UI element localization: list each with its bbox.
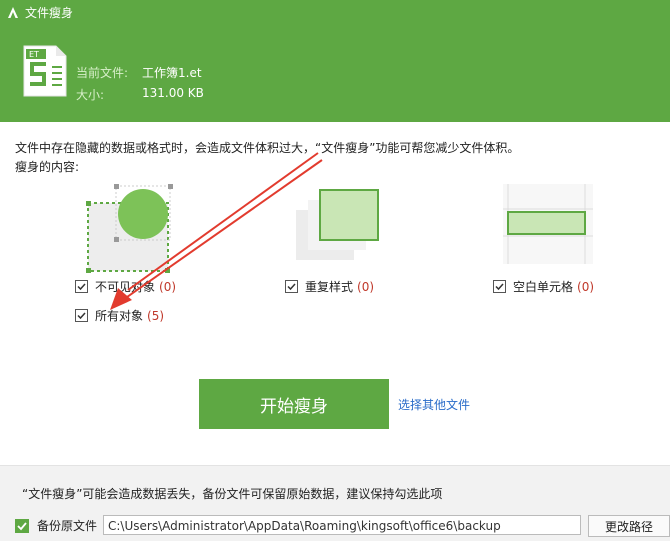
all-objects-count: (5) [147,308,165,323]
file-size-label: 大小: [76,88,105,102]
header-panel: 文件瘦身 ET 当前文件: 工作簿1.et 大小: 131.00 KB [0,0,670,122]
all-objects-checkbox[interactable] [75,309,88,322]
backup-option[interactable]: 备份原文件 [15,517,97,534]
repeated-styles-count: (0) [357,279,375,294]
backup-checkbox[interactable] [15,518,29,533]
file-size-value: 131.00 KB [142,86,204,100]
file-icon-badge: ET [29,50,39,59]
option-all-objects[interactable]: 所有对象 (5) [75,307,164,324]
invisible-objects-count: (0) [159,279,177,294]
title-bar[interactable]: 文件瘦身 [0,0,670,26]
check-icon [17,521,27,530]
blank-cells-label: 空白单元格 [513,280,574,294]
current-file-value: 工作簿1.et [142,66,202,80]
repeated-styles-checkbox[interactable] [285,280,298,293]
check-icon [77,283,86,291]
invisible-objects-checkbox[interactable] [75,280,88,293]
check-icon [287,283,296,291]
content-label: 瘦身的内容: [15,160,80,174]
option-repeated-styles[interactable]: 重复样式 (0) [285,278,374,295]
change-path-button[interactable]: 更改路径 [588,515,670,537]
invisible-objects-label: 不可见对象 [95,280,156,294]
select-other-file-link[interactable]: 选择其他文件 [398,396,470,413]
blank-cells-illustration [503,184,593,264]
description-text: 文件中存在隐藏的数据或格式时，会造成文件体积过大，“文件瘦身”功能可帮您减少文件… [15,141,520,155]
backup-warning-text: “文件瘦身”可能会造成数据丢失，备份文件可保留原始数据，建议保持勾选此项 [22,487,443,501]
spreadsheet-file-icon: ET [23,45,67,97]
all-objects-label: 所有对象 [95,309,144,323]
backup-path-field[interactable]: C:\Users\Administrator\AppData\Roaming\k… [103,515,581,535]
backup-label: 备份原文件 [37,519,98,533]
option-invisible-objects[interactable]: 不可见对象 (0) [75,278,176,295]
check-icon [77,312,86,320]
invisible-objects-illustration [86,184,173,273]
footer-panel: “文件瘦身”可能会造成数据丢失，备份文件可保留原始数据，建议保持勾选此项 备份原… [0,465,670,541]
repeated-styles-illustration [296,189,379,260]
start-slimming-button[interactable]: 开始瘦身 [199,379,389,429]
current-file-label: 当前文件: [76,66,129,80]
blank-cells-count: (0) [577,279,595,294]
app-icon [8,7,18,18]
check-icon [495,283,504,291]
option-blank-cells[interactable]: 空白单元格 (0) [493,278,594,295]
window-title: 文件瘦身 [25,6,74,20]
blank-cells-checkbox[interactable] [493,280,506,293]
repeated-styles-label: 重复样式 [305,280,354,294]
